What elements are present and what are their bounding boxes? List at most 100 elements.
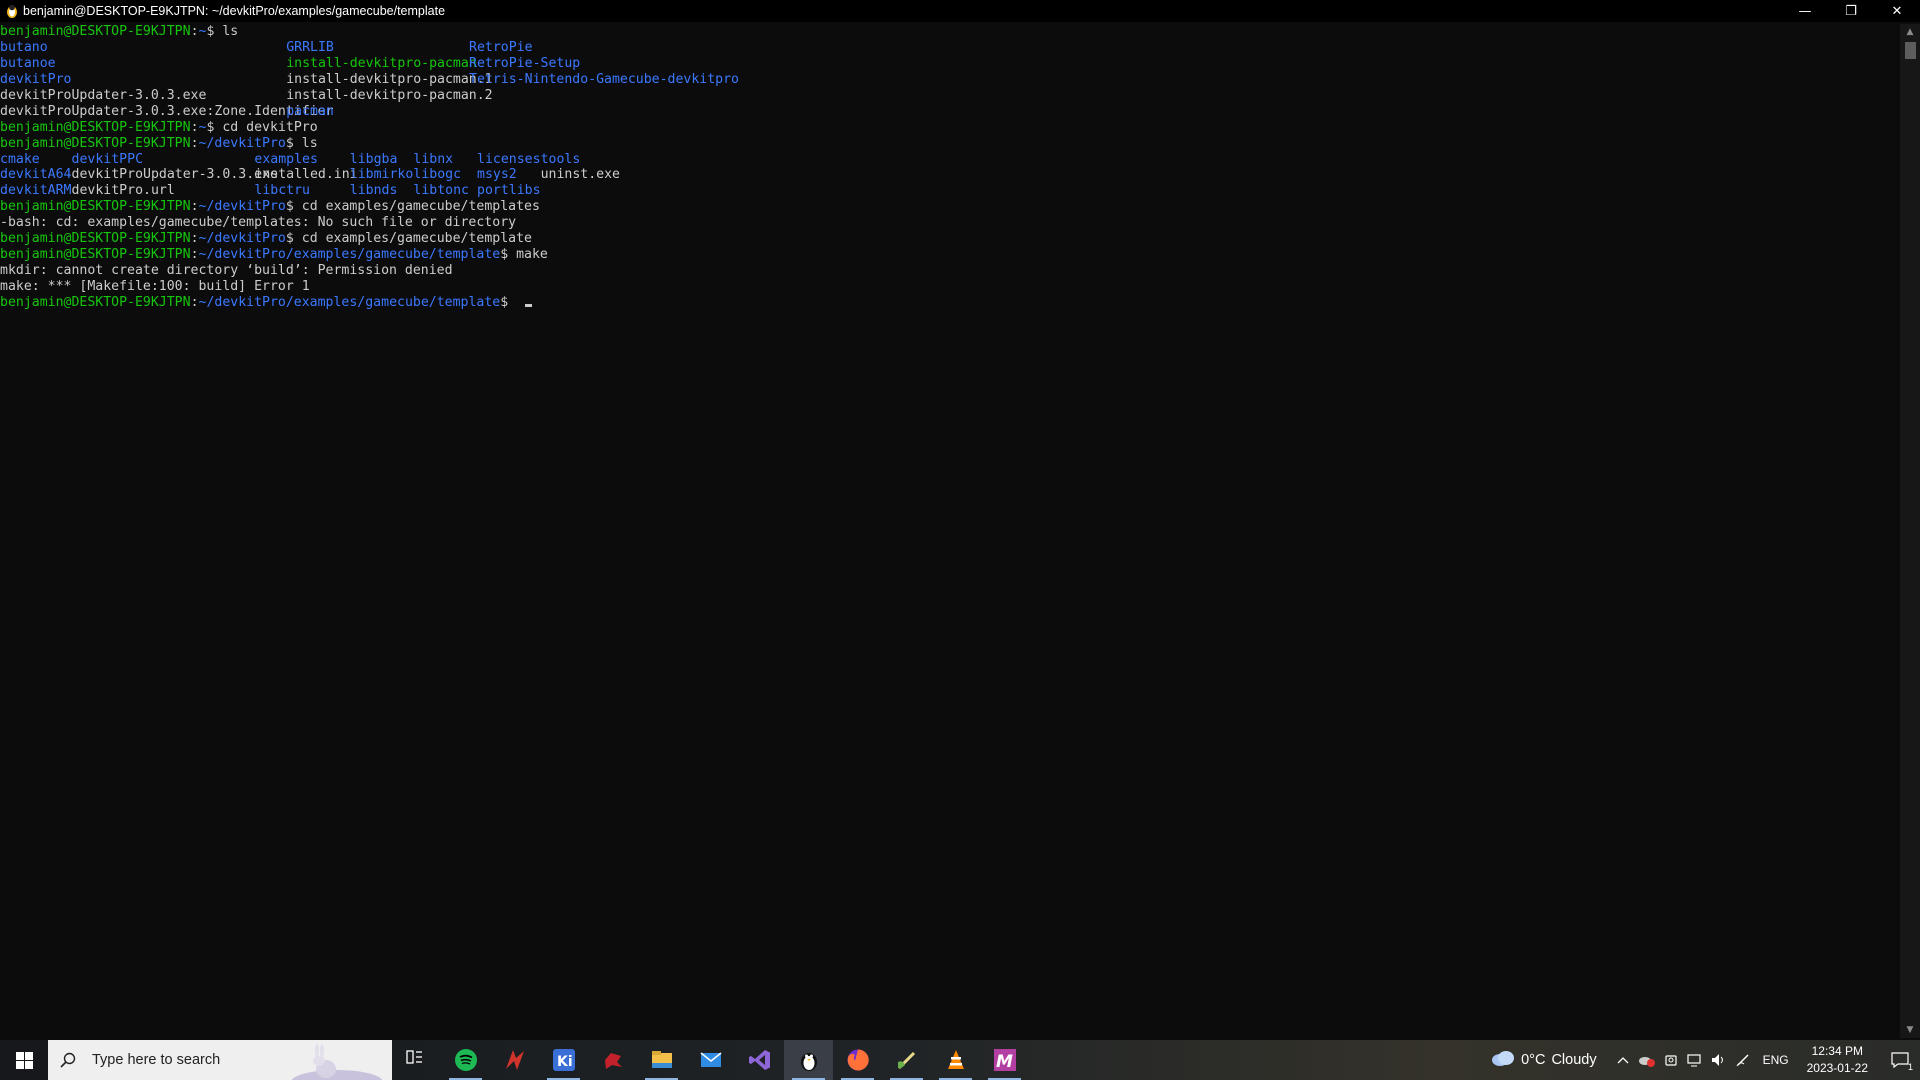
file-entry: devkitProUpdater-3.0.3.exe — [0, 87, 207, 103]
directory-entry: libmirko — [349, 167, 414, 183]
file-entry: install-devkitpro-pacman.2 — [286, 87, 493, 103]
directory-entry: libnx — [413, 151, 454, 167]
close-button[interactable]: ✕ — [1874, 0, 1920, 22]
app-red-bug-icon[interactable] — [588, 1040, 637, 1080]
prompt-separator: : — [190, 294, 199, 310]
language-indicator[interactable]: ENG — [1763, 1053, 1789, 1067]
terminal-line: butanoe install-devkitpro-pacman RetroPie-… — [0, 56, 1900, 72]
directory-entry: portlibs — [477, 183, 541, 199]
spotify-icon[interactable] — [441, 1040, 490, 1080]
prompt-path: ~/devkitPro — [198, 231, 286, 247]
task-view-icon[interactable] — [392, 1040, 441, 1080]
file-entry: install-devkitpro-pacman.1 — [286, 71, 493, 87]
mail-icon[interactable] — [686, 1040, 735, 1080]
app-red-arrow-icon[interactable] — [490, 1040, 539, 1080]
weather-widget[interactable]: 0°C Cloudy — [1491, 1050, 1597, 1070]
rabbit-illustration-icon — [282, 1040, 392, 1080]
notification-count: 1 — [1907, 1062, 1913, 1072]
prompt-user: benjamin@DESKTOP-E9KJTPN — [0, 231, 191, 247]
search-box[interactable]: Type here to search — [48, 1040, 392, 1080]
prompt-separator: : — [190, 119, 199, 135]
svg-text:M: M — [996, 1052, 1013, 1072]
vlc-icon[interactable] — [931, 1040, 980, 1080]
onedrive-error-icon[interactable] — [1635, 1040, 1659, 1080]
search-placeholder: Type here to search — [92, 1052, 221, 1068]
directory-entry: libnds — [349, 183, 398, 199]
directory-entry: msys2 — [477, 167, 517, 183]
app-brush-icon[interactable] — [882, 1040, 931, 1080]
terminal-line: devkitA64 devkitProUpdater-3.0.3.exe insta… — [0, 167, 1900, 183]
directory-entry: RetroPie-Setup — [469, 55, 581, 71]
prompt-dollar: $ — [285, 231, 294, 247]
scroll-up-arrow-icon[interactable]: ▲ — [1900, 24, 1920, 40]
terminal-line: benjamin@DESKTOP-E9KJTPN:~/devkitPro$ cd… — [0, 199, 1900, 215]
directory-entry: pacman — [286, 103, 334, 119]
clock-date: 2023-01-22 — [1806, 1061, 1868, 1075]
terminal-line: devkitARM devkitPro.url libctru libnds libto… — [0, 183, 1900, 199]
terminal-line: benjamin@DESKTOP-E9KJTPN:~$ cd devkitPro — [0, 120, 1900, 136]
prompt-separator: : — [190, 247, 199, 263]
firefox-icon[interactable] — [833, 1040, 882, 1080]
prompt-path: ~/devkitPro/examples/gamecube/template — [198, 294, 501, 310]
prompt-user: benjamin@DESKTOP-E9KJTPN — [0, 24, 191, 39]
clock-time: 12:34 PM — [1811, 1044, 1863, 1058]
prompt-separator: : — [190, 199, 199, 215]
prompt-dollar: $ — [500, 247, 509, 263]
command-text: ls — [214, 24, 239, 39]
meet-now-icon[interactable] — [1659, 1040, 1683, 1080]
clock[interactable]: 12:34 PM 2023-01-22 — [1807, 1043, 1868, 1077]
command-text: cd examples/gamecube/templates — [293, 199, 540, 215]
directory-entry: devkitARM — [0, 183, 72, 199]
prompt-user: benjamin@DESKTOP-E9KJTPN — [0, 247, 191, 263]
terminal-line: benjamin@DESKTOP-E9KJTPN:~/devkitPro/exa… — [0, 295, 1900, 311]
directory-entry: RetroPie — [469, 39, 533, 55]
command-text: ls — [293, 135, 318, 151]
network-icon[interactable] — [1683, 1040, 1707, 1080]
windows-start-icon[interactable] — [0, 1040, 48, 1080]
terminal-line: benjamin@DESKTOP-E9KJTPN:~/devkitPro$ ls — [0, 136, 1900, 152]
terminal-line: benjamin@DESKTOP-E9KJTPN:~$ ls — [0, 24, 1900, 40]
terminal-line: devkitProUpdater-3.0.3.exe:Zone.Identifi… — [0, 104, 1900, 120]
window-controls: — ❐ ✕ — [1782, 0, 1920, 22]
prompt-user: benjamin@DESKTOP-E9KJTPN — [0, 199, 191, 215]
wsl-terminal-icon[interactable] — [784, 1040, 833, 1080]
taskbar-apps: Ki M — [392, 1040, 1029, 1080]
prompt-path: ~/devkitPro — [198, 199, 286, 215]
volume-icon[interactable] — [1707, 1040, 1731, 1080]
taskbar: Type here to search Ki M 0°C Cloudy ENG … — [0, 1040, 1920, 1080]
directory-entry: cmake — [0, 151, 40, 167]
app-m-icon[interactable]: M — [980, 1040, 1029, 1080]
output-text: -bash: cd: examples/gamecube/templates: … — [0, 215, 517, 231]
prompt-dollar: $ — [500, 294, 509, 310]
chevron-up-icon[interactable] — [1611, 1040, 1635, 1080]
minimize-button[interactable]: — — [1782, 0, 1828, 22]
krita-icon[interactable]: Ki — [539, 1040, 588, 1080]
weather-condition: Cloudy — [1551, 1052, 1597, 1068]
prompt-dollar: $ — [285, 199, 294, 215]
terminal-output[interactable]: benjamin@DESKTOP-E9KJTPN:~$ ls butano GRRL… — [0, 24, 1900, 1038]
cloud-icon — [1491, 1050, 1515, 1070]
search-icon — [48, 1040, 88, 1080]
file-entry: devkitProUpdater-3.0.3.exe — [71, 167, 278, 183]
notification-icon[interactable]: 1 — [1880, 1040, 1920, 1080]
title-bar: benjamin@DESKTOP-E9KJTPN: ~/devkitPro/ex… — [0, 0, 1920, 22]
file-explorer-icon[interactable] — [637, 1040, 686, 1080]
terminal-line: devkitPro install-devkitpro-pacman.1 Tetri… — [0, 72, 1900, 88]
directory-entry: butano — [0, 39, 48, 55]
terminal-line: benjamin@DESKTOP-E9KJTPN:~/devkitPro/exa… — [0, 247, 1900, 263]
command-text — [508, 295, 516, 310]
terminal-line: mkdir: cannot create directory ‘build’: … — [0, 263, 1900, 279]
visual-studio-icon[interactable] — [735, 1040, 784, 1080]
scroll-thumb[interactable] — [1905, 42, 1916, 59]
pen-icon[interactable] — [1731, 1040, 1755, 1080]
file-entry: devkitProUpdater-3.0.3.exe:Zone.Identifi… — [0, 103, 334, 119]
directory-entry: licenses — [477, 151, 541, 167]
directory-entry: devkitA64 — [0, 167, 72, 183]
command-text: cd devkitPro — [214, 119, 318, 135]
scroll-down-arrow-icon[interactable]: ▼ — [1900, 1022, 1920, 1038]
window-title: benjamin@DESKTOP-E9KJTPN: ~/devkitPro/ex… — [23, 4, 446, 18]
restore-button[interactable]: ❐ — [1828, 0, 1874, 22]
file-entry: install-devkitpro-pacman — [286, 55, 477, 71]
output-text: mkdir: cannot create directory ‘build’: … — [0, 263, 453, 279]
terminal-scrollbar[interactable]: ▲ ▼ — [1900, 24, 1920, 1038]
